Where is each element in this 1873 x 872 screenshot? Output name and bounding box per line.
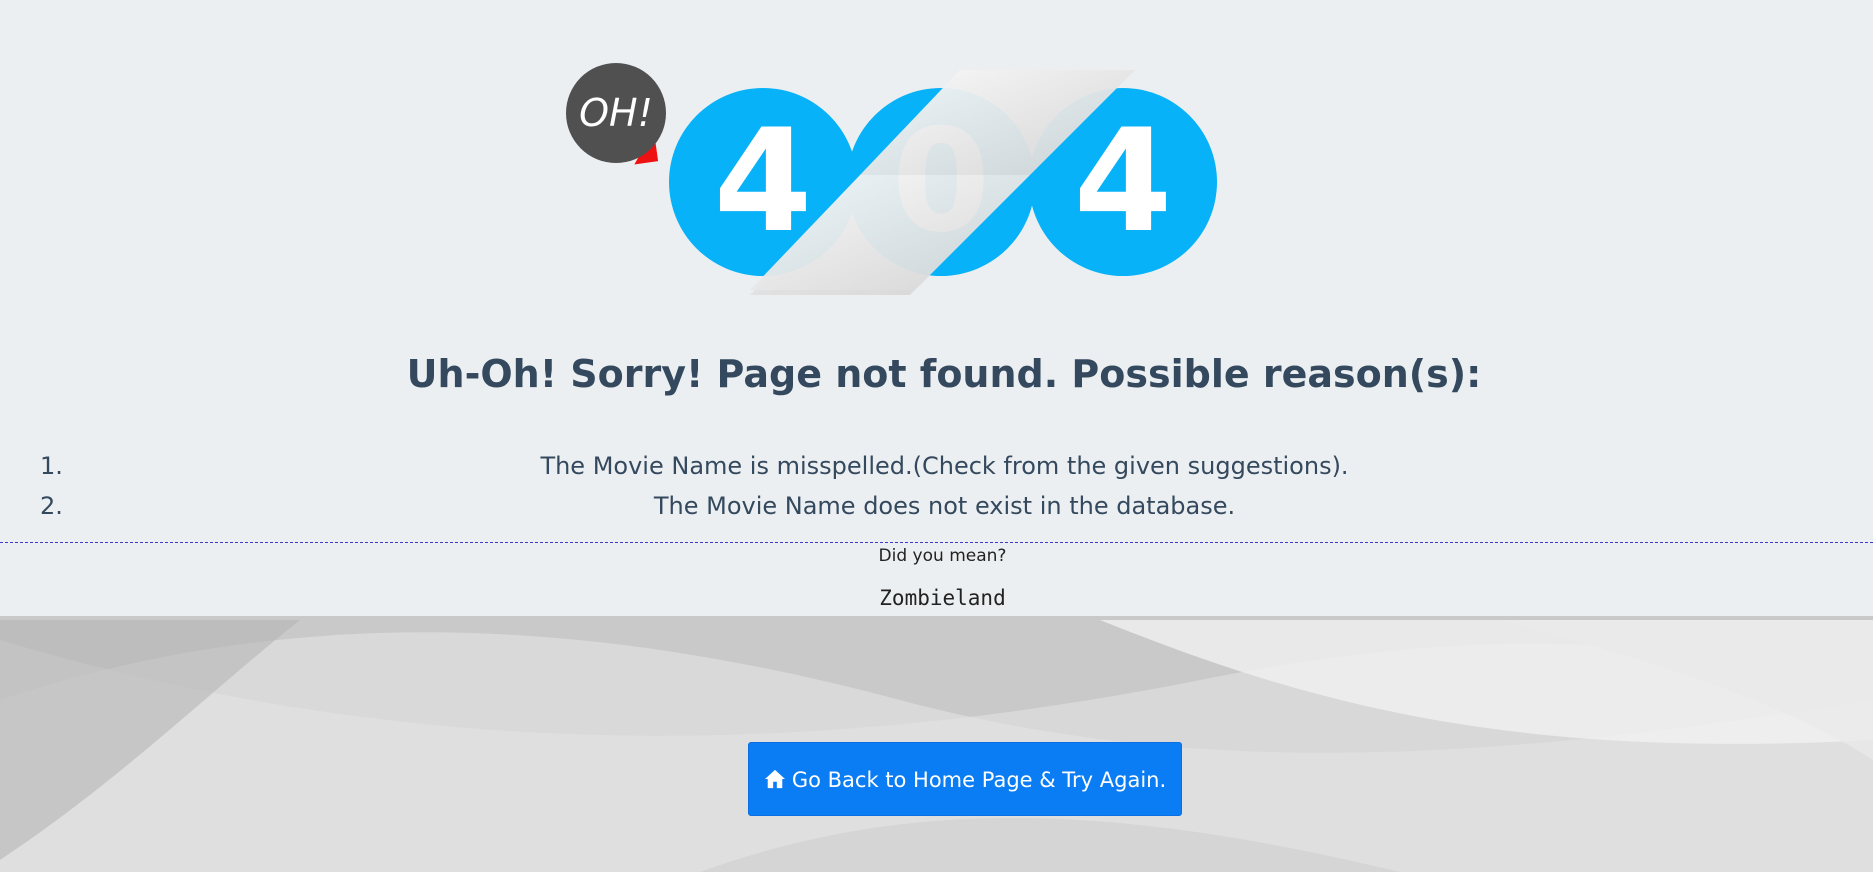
list-item-text: The Movie Name is misspelled.(Check from… <box>540 452 1349 480</box>
divider <box>0 542 1873 543</box>
oh-speech-bubble: OH! <box>566 63 666 163</box>
list-item-text: The Movie Name does not exist in the dat… <box>653 492 1236 520</box>
go-home-button[interactable]: Go Back to Home Page & Try Again. <box>748 742 1182 816</box>
list-item-number: 2. <box>40 492 63 520</box>
did-you-mean-label: Did you mean? <box>878 546 1007 566</box>
error-404-graphic: 4 0 4 OH! <box>560 55 1240 315</box>
home-icon <box>764 769 785 789</box>
page-title: Uh-Oh! Sorry! Page not found. Possible r… <box>406 352 1482 396</box>
list-item-number: 1. <box>40 452 63 480</box>
suggestion-item[interactable]: Zombieland <box>0 583 1873 613</box>
error-panel: 4 0 4 OH! Uh-Oh! Sorry! Page not found. … <box>0 0 1873 616</box>
list-item: 2. The Movie Name does not exist in the … <box>0 486 1873 526</box>
reasons-list: 1. The Movie Name is misspelled.(Check f… <box>0 446 1873 526</box>
list-item: 1. The Movie Name is misspelled.(Check f… <box>0 446 1873 486</box>
go-home-button-label: Go Back to Home Page & Try Again. <box>791 768 1167 792</box>
